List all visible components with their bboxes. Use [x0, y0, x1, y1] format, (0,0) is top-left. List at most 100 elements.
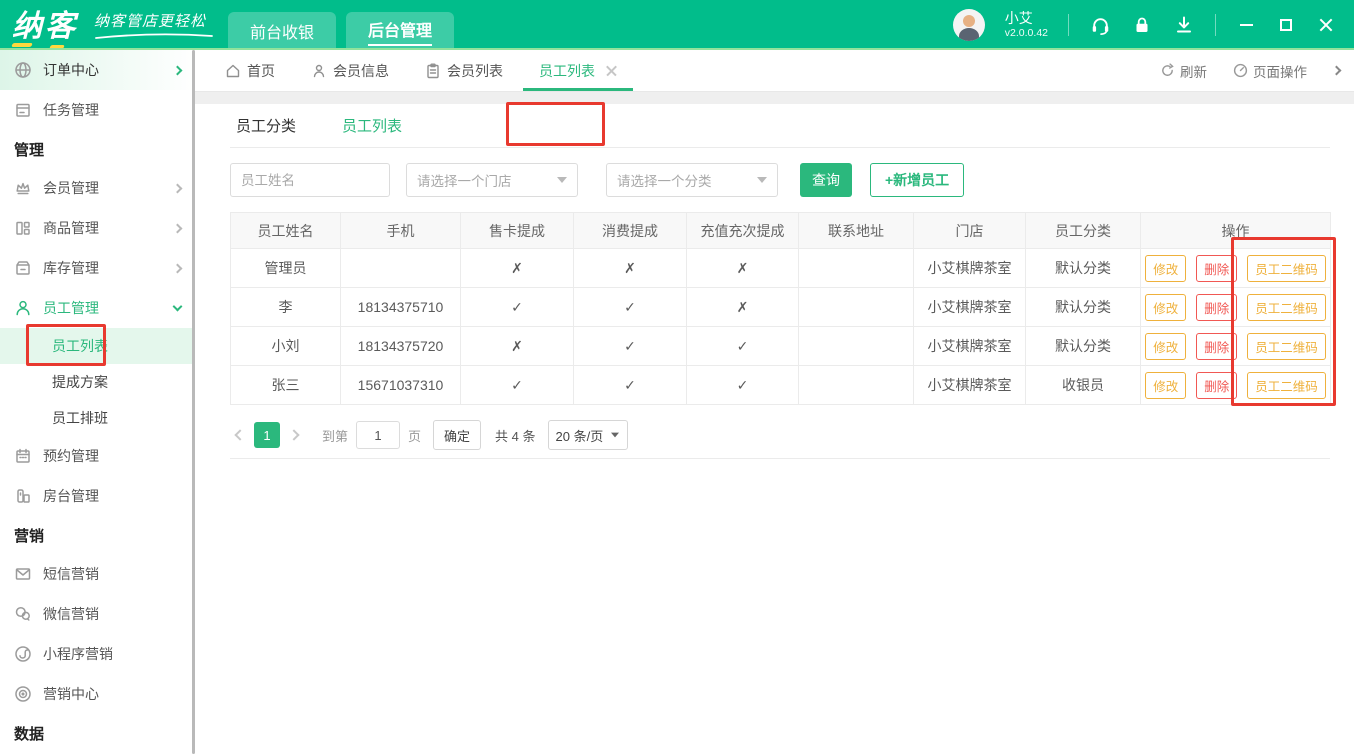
page-size-select[interactable]: 20 条/页 — [548, 420, 628, 450]
tab-member-info[interactable]: 会员信息 — [311, 50, 389, 91]
col-header-sell-card: 售卡提成 — [461, 213, 574, 249]
edit-button[interactable]: 修改 — [1145, 255, 1186, 282]
prev-page-icon[interactable] — [234, 429, 245, 440]
main-area: 首页 会员信息 会员列表 员工列表 — [195, 50, 1354, 754]
cell-category: 默认分类 — [1026, 288, 1141, 327]
sidebar-subitem-staff-list[interactable]: 员工列表 — [0, 328, 195, 364]
col-header-phone: 手机 — [341, 213, 461, 249]
refresh-button[interactable]: 刷新 — [1160, 61, 1207, 81]
sidebar-item-wechat-marketing[interactable]: 微信营销 — [0, 594, 195, 634]
staff-qrcode-button[interactable]: 员工二维码 — [1247, 372, 1326, 399]
cell-sell-card-flag: ✗ — [461, 249, 574, 288]
target-icon — [14, 685, 32, 703]
table-row: 管理员 ✗ ✗ ✗ 小艾棋牌茶室 默认分类 修改 删除 员工二维码 — [231, 249, 1331, 288]
close-icon — [1319, 18, 1333, 32]
row-actions: 修改 删除 员工二维码 — [1141, 333, 1330, 360]
staff-person-icon — [14, 299, 32, 317]
chevron-right-icon — [173, 65, 183, 75]
cell-category: 默认分类 — [1026, 327, 1141, 366]
staff-qrcode-button[interactable]: 员工二维码 — [1247, 333, 1326, 360]
col-header-recharge: 充值充次提成 — [687, 213, 799, 249]
cell-store: 小艾棋牌茶室 — [914, 288, 1026, 327]
sidebar-item-order-center[interactable]: 订单中心 — [0, 50, 195, 90]
category-select[interactable]: 请选择一个分类 — [606, 163, 778, 197]
maximize-button[interactable] — [1276, 15, 1296, 35]
delete-button[interactable]: 删除 — [1196, 333, 1237, 360]
delete-button[interactable]: 删除 — [1196, 372, 1237, 399]
close-window-button[interactable] — [1316, 15, 1336, 35]
expand-right-icon[interactable] — [1332, 66, 1342, 76]
minimize-button[interactable] — [1236, 15, 1256, 35]
page-number-button[interactable]: 1 — [254, 422, 280, 448]
sidebar-item-room-table-manage[interactable]: 房台管理 — [0, 476, 195, 516]
chevron-right-icon — [173, 263, 183, 273]
goto-page-input[interactable] — [356, 421, 400, 449]
cell-recharge-flag: ✗ — [687, 249, 799, 288]
next-page-icon[interactable] — [288, 429, 299, 440]
edit-button[interactable]: 修改 — [1145, 333, 1186, 360]
cell-address — [799, 288, 914, 327]
edit-button[interactable]: 修改 — [1145, 372, 1186, 399]
inventory-icon — [14, 259, 32, 277]
close-tab-icon[interactable] — [605, 65, 617, 77]
tab-home[interactable]: 首页 — [225, 50, 275, 91]
sidebar-subitem-commission-plan[interactable]: 提成方案 — [0, 364, 195, 400]
page-unit-label: 页 — [408, 426, 421, 445]
cell-recharge-flag: ✗ — [687, 288, 799, 327]
backend-manage-button[interactable]: 后台管理 — [346, 12, 454, 50]
sidebar-item-goods-manage[interactable]: 商品管理 — [0, 208, 195, 248]
tasks-icon — [14, 101, 32, 119]
logo-yellow-accent — [11, 43, 33, 47]
avatar-head — [963, 15, 975, 27]
store-select[interactable]: 请选择一个门店 — [406, 163, 578, 197]
globe-icon — [14, 61, 32, 79]
cell-address — [799, 327, 914, 366]
add-staff-button[interactable]: +新增员工 — [870, 163, 964, 197]
lock-icon[interactable] — [1131, 14, 1153, 36]
front-cashier-button[interactable]: 前台收银 — [228, 12, 336, 50]
total-count-label: 共 4 条 — [495, 426, 535, 445]
table-row: 小刘 18134375720 ✗ ✓ ✓ 小艾棋牌茶室 默认分类 修改 删除 员… — [231, 327, 1331, 366]
sidebar-item-miniprogram-marketing[interactable]: 小程序营销 — [0, 634, 195, 674]
cell-sell-card-flag: ✗ — [461, 327, 574, 366]
staff-qrcode-button[interactable]: 员工二维码 — [1247, 294, 1326, 321]
cell-consume-flag: ✓ — [574, 288, 687, 327]
sidebar-item-staff-manage[interactable]: 员工管理 — [0, 288, 195, 328]
cell-store: 小艾棋牌茶室 — [914, 366, 1026, 405]
staff-name-input[interactable] — [230, 163, 390, 197]
top-header-bar: 纳客 纳客管店更轻松 前台收银 后台管理 — [0, 0, 1354, 50]
subtab-staff-category[interactable]: 员工分类 — [230, 104, 302, 147]
tab-member-list[interactable]: 会员列表 — [425, 50, 503, 91]
gauge-icon — [1233, 63, 1248, 78]
search-button[interactable]: 查询 — [800, 163, 852, 197]
tab-staff-list[interactable]: 员工列表 — [539, 50, 617, 91]
confirm-page-button[interactable]: 确定 — [433, 420, 481, 450]
sidebar-subitem-staff-schedule[interactable]: 员工排班 — [0, 400, 195, 436]
brand-logo: 纳客 — [10, 1, 84, 49]
staff-qrcode-button[interactable]: 员工二维码 — [1247, 255, 1326, 282]
refresh-icon — [1160, 63, 1175, 78]
sidebar-item-reservation-manage[interactable]: 预约管理 — [0, 436, 195, 476]
sidebar-item-marketing-center[interactable]: 营销中心 — [0, 674, 195, 714]
crown-icon — [14, 179, 32, 197]
brand-area: 纳客 纳客管店更轻松 — [0, 1, 228, 49]
table-row: 张三 15671037310 ✓ ✓ ✓ 小艾棋牌茶室 收银员 修改 删除 员工… — [231, 366, 1331, 405]
sidebar-item-sms-marketing[interactable]: 短信营销 — [0, 554, 195, 594]
subtab-staff-list[interactable]: 员工列表 — [336, 104, 408, 147]
col-header-consume: 消费提成 — [574, 213, 687, 249]
delete-button[interactable]: 删除 — [1196, 255, 1237, 282]
content-panel: 员工分类 员工列表 请选择一个门店 请选择一个分类 查询 +新增员工 — [195, 104, 1354, 754]
dropdown-arrow-icon — [557, 177, 567, 183]
cell-category: 收银员 — [1026, 366, 1141, 405]
sidebar-item-member-manage[interactable]: 会员管理 — [0, 168, 195, 208]
customer-service-icon[interactable] — [1089, 14, 1111, 36]
sidebar-item-task-manage[interactable]: 任务管理 — [0, 90, 195, 130]
edit-button[interactable]: 修改 — [1145, 294, 1186, 321]
home-icon — [225, 63, 241, 79]
page-operations-button[interactable]: 页面操作 — [1233, 61, 1307, 81]
cell-category: 默认分类 — [1026, 249, 1141, 288]
sidebar-item-inventory-manage[interactable]: 库存管理 — [0, 248, 195, 288]
download-icon[interactable] — [1173, 14, 1195, 36]
delete-button[interactable]: 删除 — [1196, 294, 1237, 321]
user-avatar[interactable] — [953, 9, 985, 41]
